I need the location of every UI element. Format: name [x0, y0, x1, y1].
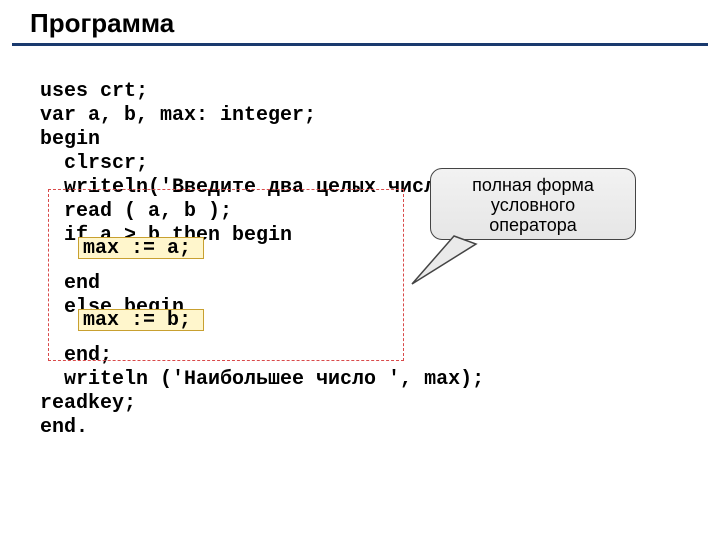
code-line: writeln('Введите два целых числа');	[40, 176, 484, 199]
code-line: begin	[40, 128, 100, 151]
code-line: end;	[40, 344, 112, 367]
callout-line: условного	[435, 195, 631, 215]
code-line: var a, b, max: integer;	[40, 104, 316, 127]
code-line: readkey;	[40, 392, 136, 415]
callout-box: полная форма условного оператора	[430, 168, 636, 240]
code-line: end	[40, 272, 100, 295]
highlight-assign-a: max := a;	[78, 237, 204, 259]
highlight-assign-b: max := b;	[78, 309, 204, 331]
code-line: clrscr;	[40, 152, 148, 175]
code-line	[40, 320, 76, 343]
code-line: read ( a, b );	[40, 200, 232, 223]
code-line: uses crt;	[40, 80, 148, 103]
code-line: end.	[40, 416, 88, 439]
code-line	[40, 248, 76, 271]
callout-line: полная форма	[435, 175, 631, 195]
slide-title: Программа	[12, 0, 708, 46]
code-line: writeln ('Наибольшее число ', max);	[40, 368, 484, 391]
